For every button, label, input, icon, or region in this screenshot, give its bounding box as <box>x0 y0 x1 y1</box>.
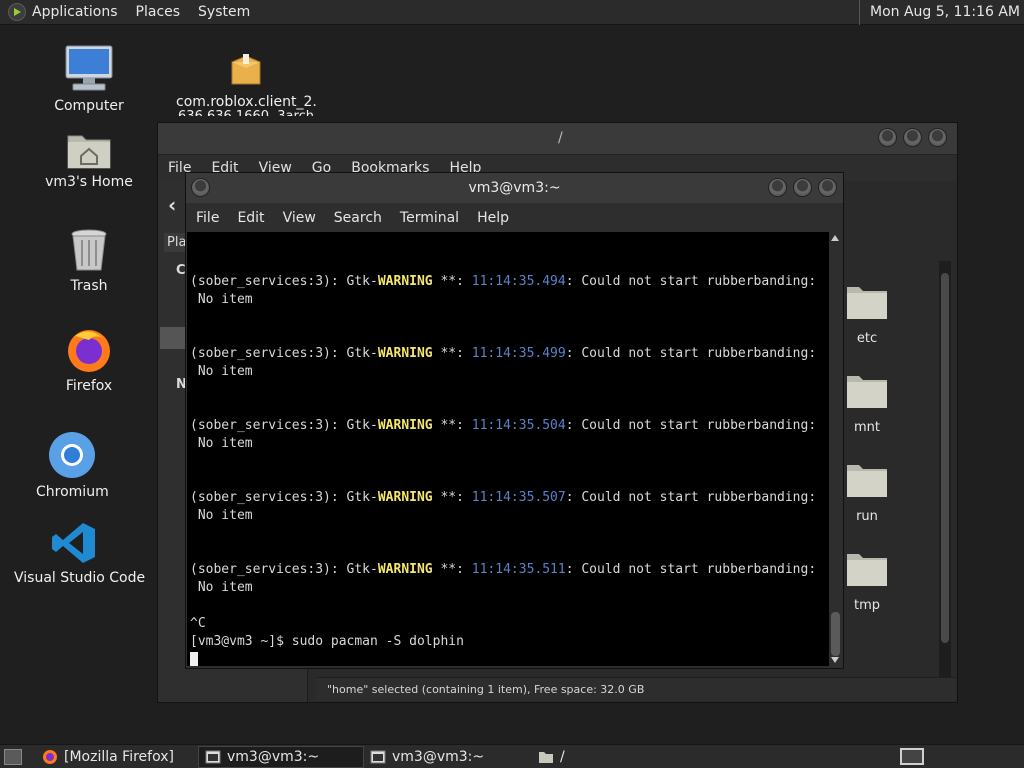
terminal-prompt-line: [vm3@vm3 ~]$ sudo pacman -S dolphin <box>190 634 464 649</box>
distro-logo-icon[interactable] <box>8 3 26 21</box>
desktop-icon-vscode[interactable]: Visual Studio Code <box>14 520 145 586</box>
terminal-title: vm3@vm3:~ <box>468 180 561 196</box>
folder-icon <box>847 554 887 586</box>
file-manager-title: / <box>558 130 563 146</box>
places-menu[interactable]: Places <box>136 4 181 20</box>
minimize-button[interactable] <box>768 178 787 197</box>
terminal-line: ^C <box>190 616 206 631</box>
terminal-output[interactable]: (sober_services:3): Gtk-WARNING **: 11:1… <box>187 232 830 666</box>
maximize-button[interactable] <box>793 178 812 197</box>
file-manager-scrollbar[interactable] <box>939 261 951 681</box>
terminal-line: (sober_services:3): Gtk-WARNING **: 11:1… <box>190 274 817 289</box>
maximize-button[interactable] <box>903 128 922 147</box>
top-panel: Applications Places System Mon Aug 5, 11… <box>0 0 1024 25</box>
term-menu-help[interactable]: Help <box>477 210 509 226</box>
taskbar-item-terminal-active[interactable]: vm3@vm3:~ <box>198 745 364 768</box>
status-bar: "home" selected (containing 1 item), Fre… <box>316 677 956 701</box>
term-menu-file[interactable]: File <box>196 210 219 226</box>
terminal-line: No item <box>190 292 253 307</box>
taskbar-item-firefox[interactable]: [Mozilla Firefox] <box>36 746 198 768</box>
chromium-icon <box>49 432 95 478</box>
firefox-icon <box>43 749 57 764</box>
terminal-line: (sober_services:3): Gtk-WARNING **: 11:1… <box>190 562 817 577</box>
terminal-menubar: File Edit View Search Terminal Help <box>186 203 843 232</box>
taskbar-item-terminal[interactable]: vm3@vm3:~ <box>364 746 532 768</box>
scroll-down-arrow-icon[interactable] <box>831 657 839 663</box>
clock[interactable]: Mon Aug 5, 11:16 AM <box>858 0 1020 25</box>
folder-icon <box>847 465 887 497</box>
terminal-line: (sober_services:3): Gtk-WARNING **: 11:1… <box>190 490 817 505</box>
terminal-line: (sober_services:3): Gtk-WARNING **: 11:1… <box>190 346 817 361</box>
desktop-icon-chromium[interactable]: Chromium <box>36 430 109 500</box>
terminal-icon <box>205 750 221 763</box>
terminal-titlebar[interactable]: vm3@vm3:~ <box>186 173 843 203</box>
terminal-line: No item <box>190 436 253 451</box>
terminal-line: No item <box>190 580 253 595</box>
system-menu[interactable]: System <box>198 4 250 20</box>
scrollbar-thumb[interactable] <box>941 273 949 643</box>
terminal-window[interactable]: vm3@vm3:~ File Edit View Search Terminal… <box>185 172 844 669</box>
taskbar-item-file-manager[interactable]: / <box>532 746 652 768</box>
firefox-icon <box>68 330 110 372</box>
folder-icon <box>539 751 553 763</box>
desktop-icon-computer[interactable]: Computer <box>50 44 128 114</box>
folder-icon <box>847 376 887 408</box>
scrollbar-thumb[interactable] <box>831 612 840 656</box>
terminal-cursor <box>190 651 198 666</box>
home-folder-icon <box>67 135 111 169</box>
file-manager-titlebar[interactable]: / <box>158 123 957 155</box>
close-button[interactable] <box>928 128 947 147</box>
show-desktop-icon[interactable] <box>4 748 22 765</box>
minimize-button[interactable] <box>878 128 897 147</box>
term-menu-edit[interactable]: Edit <box>237 210 264 226</box>
trash-icon <box>71 229 107 271</box>
folder-run[interactable]: run <box>837 461 897 524</box>
scroll-up-arrow-icon[interactable] <box>831 235 839 241</box>
back-arrow-icon[interactable]: ‹ <box>168 193 176 217</box>
terminal-line: No item <box>190 508 253 523</box>
close-button[interactable] <box>818 178 837 197</box>
computer-icon <box>65 45 113 91</box>
terminal-line: (sober_services:3): Gtk-WARNING **: 11:1… <box>190 418 817 433</box>
desktop-icon-firefox[interactable]: Firefox <box>56 326 122 394</box>
folder-mnt[interactable]: mnt <box>837 372 897 435</box>
desktop-icon-trash[interactable]: Trash <box>56 228 122 294</box>
desktop-icon-roblox-package[interactable]: com.roblox.client_2. 636.636.1660..3arch <box>176 50 317 116</box>
term-menu-search[interactable]: Search <box>334 210 382 226</box>
bottom-panel: [Mozilla Firefox] vm3@vm3:~ vm3@vm3:~ / <box>0 744 1024 768</box>
folder-tmp[interactable]: tmp <box>837 550 897 613</box>
term-menu-view[interactable]: View <box>283 210 316 226</box>
folder-icon <box>847 287 887 319</box>
terminal-icon <box>370 750 386 763</box>
term-menu-terminal[interactable]: Terminal <box>400 210 459 226</box>
terminal-scrollbar[interactable] <box>829 232 842 666</box>
workspace-switcher[interactable] <box>900 748 924 765</box>
desktop-icon-home[interactable]: vm3's Home <box>44 128 134 190</box>
folder-etc[interactable]: etc <box>837 283 897 346</box>
terminal-line: No item <box>190 364 253 379</box>
package-icon <box>231 54 261 85</box>
vscode-icon <box>52 523 95 563</box>
applications-menu[interactable]: Applications <box>32 4 118 20</box>
